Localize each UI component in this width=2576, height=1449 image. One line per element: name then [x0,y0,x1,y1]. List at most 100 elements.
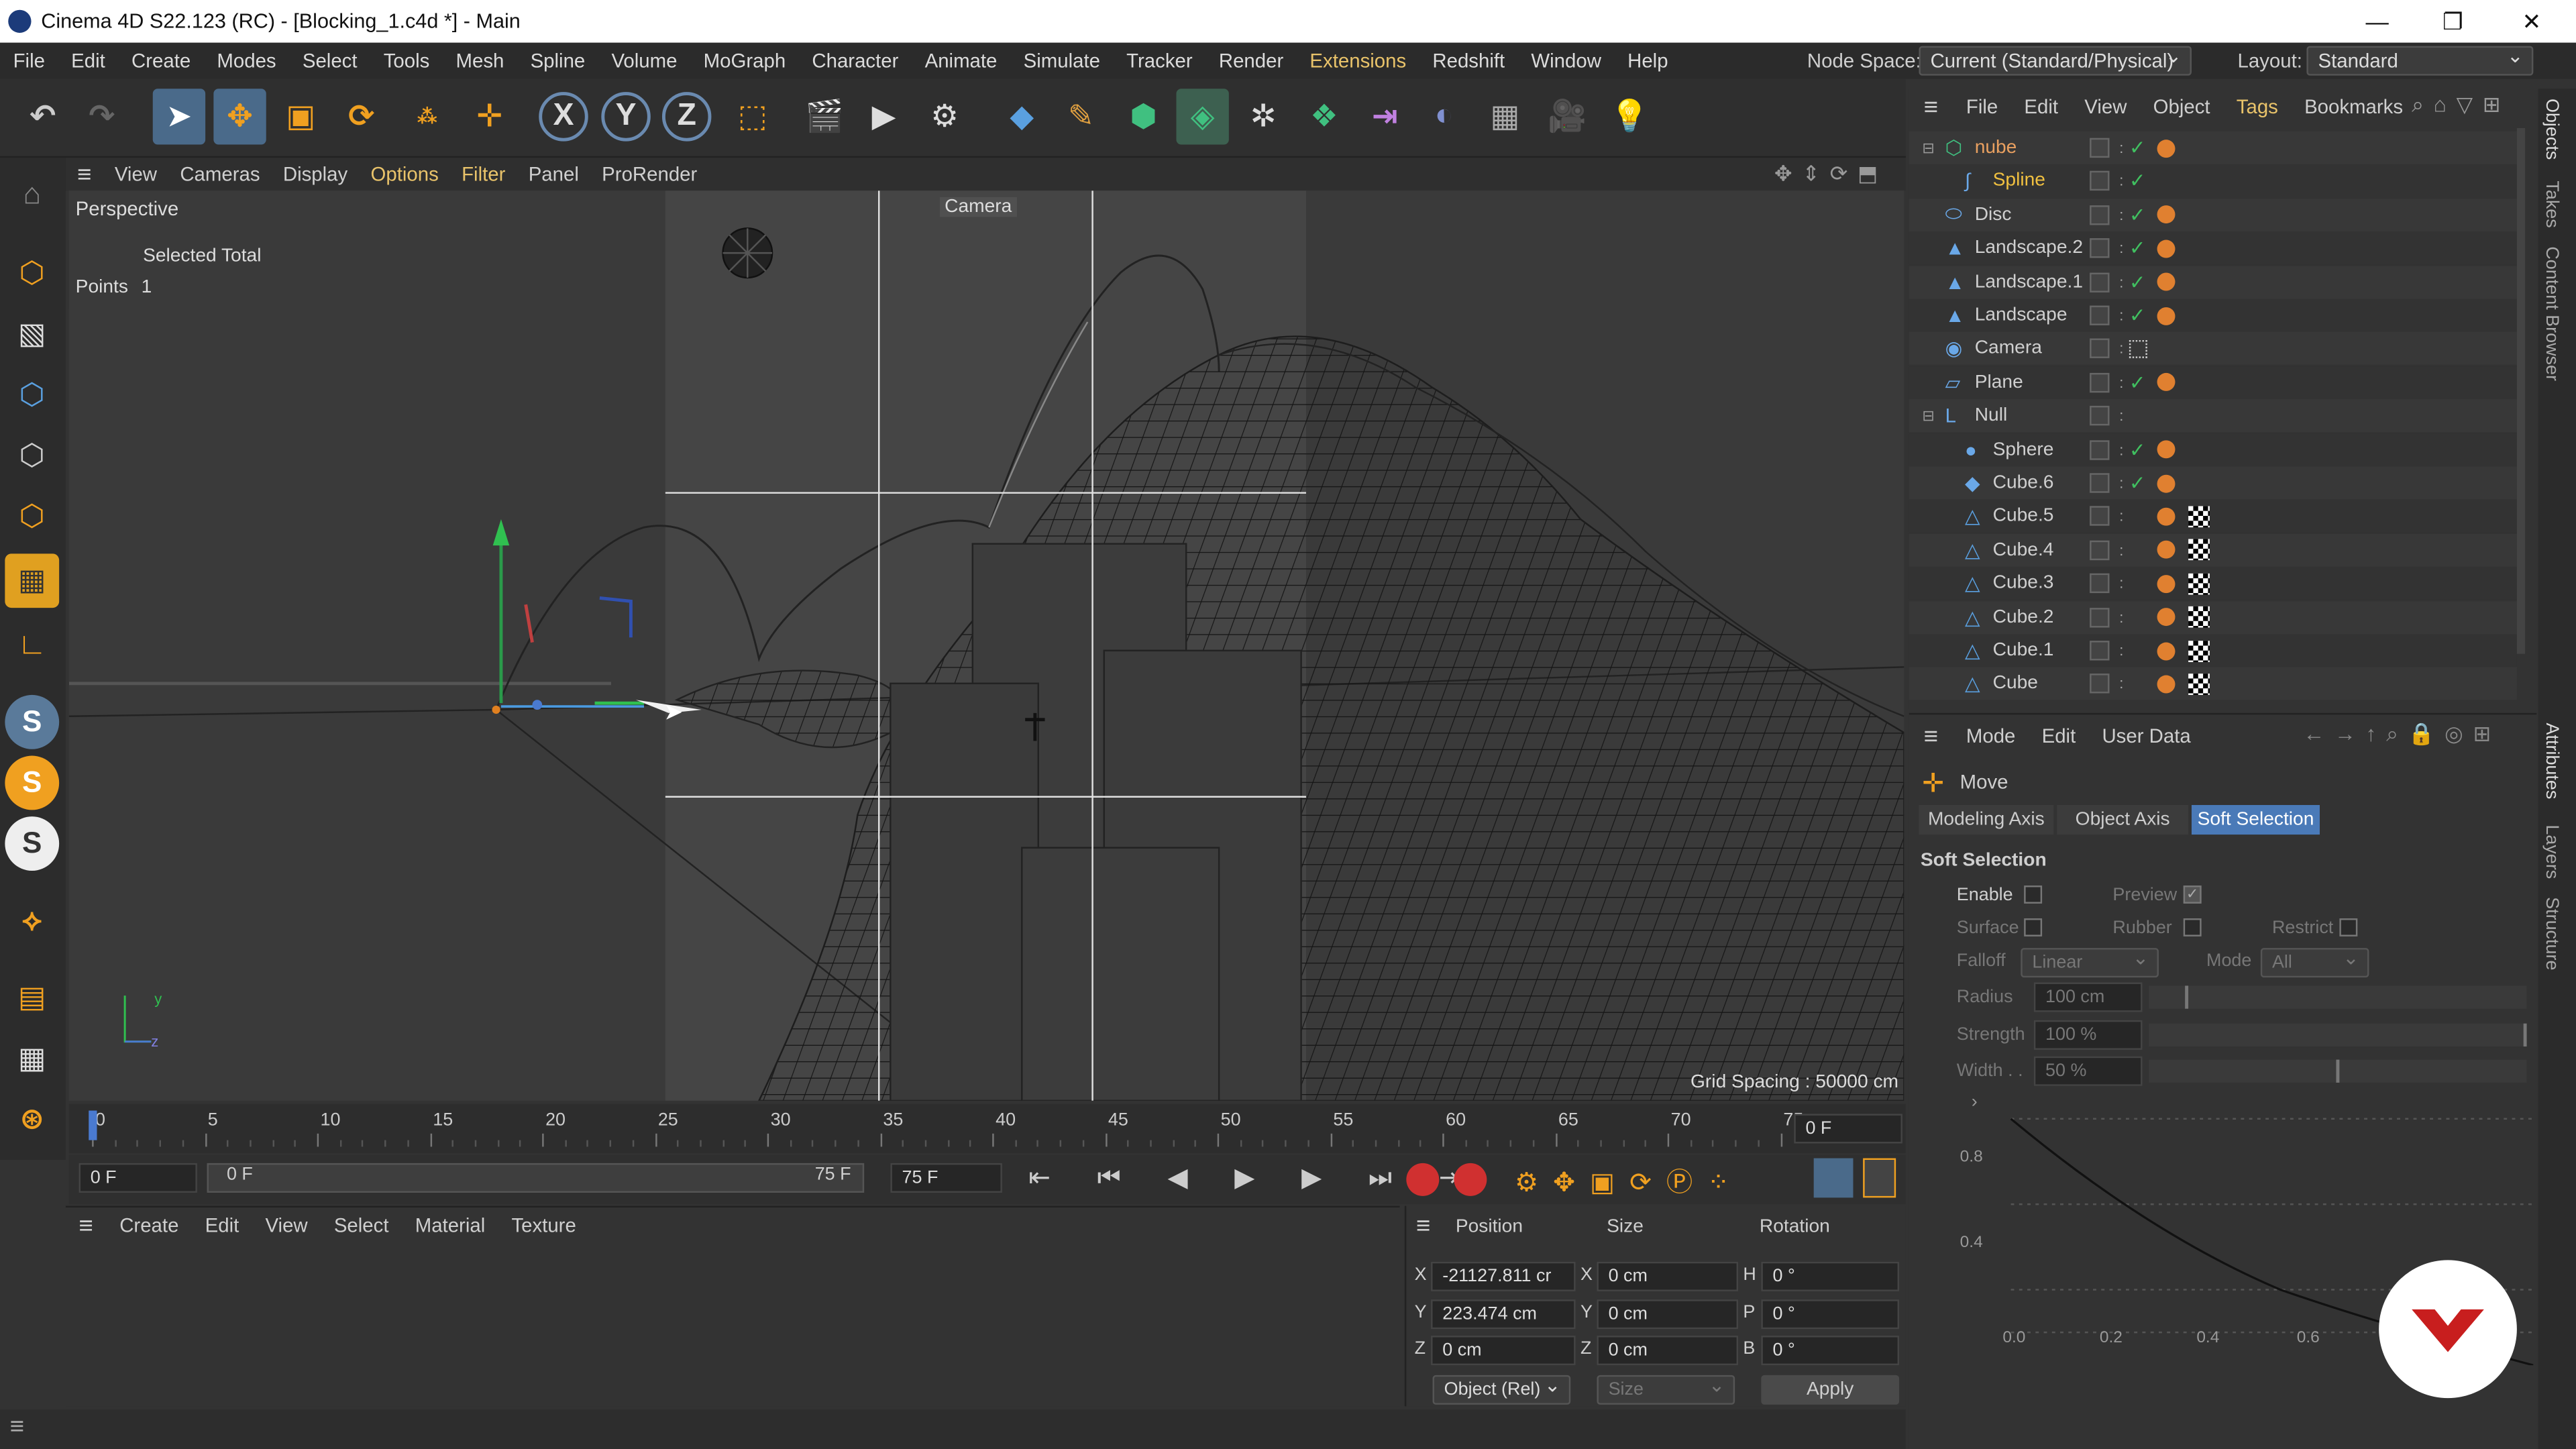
mode-select[interactable]: All [2260,945,2369,978]
rotation-field[interactable]: 0 ° [1761,1261,1900,1291]
menu-file[interactable]: File [0,49,58,72]
material-tag-icon[interactable] [2157,474,2176,492]
position-field[interactable]: 0 cm [1431,1336,1576,1366]
layer-dots-icon[interactable]: : [2119,610,2123,625]
menu-mesh[interactable]: Mesh [443,49,517,72]
target-tag-icon[interactable] [2129,339,2147,358]
polygons-mode-icon[interactable]: ⬡ [5,490,59,544]
surface-checkbox[interactable] [2024,918,2043,936]
rubber-checkbox[interactable] [2183,918,2202,936]
falloff-select[interactable]: Linear [2021,945,2159,978]
object-row-sphere[interactable]: ● Sphere: ✓ [1909,433,2517,466]
enabled-check-icon[interactable]: ✓ [2129,270,2146,293]
material-menu-material[interactable]: Material [402,1214,498,1237]
viewport-menu-options[interactable]: Options [359,162,450,185]
material-menu-icon[interactable]: ≡ [66,1212,107,1240]
enabled-check-icon[interactable]: ✓ [2129,371,2146,394]
end-frame-field[interactable]: 75 F [890,1163,1002,1193]
object-name[interactable]: Sphere [1993,439,2054,459]
material-tag-icon[interactable] [2157,541,2176,559]
x-axis-lock-icon[interactable]: X [539,92,588,142]
enabled-check-icon[interactable]: ✓ [2129,136,2146,159]
enabled-check-icon[interactable]: ✓ [2129,237,2146,260]
object-name[interactable]: Camera [1975,339,2042,358]
layer-dots-icon[interactable]: : [2119,409,2123,423]
preview-checkbox[interactable]: ✓ [2183,885,2202,904]
snap-icon[interactable]: S [5,694,60,749]
menu-create[interactable]: Create [118,49,203,72]
visibility-toggle[interactable] [2090,540,2110,560]
object-row-spline[interactable]: ∫ Spline: ✓ [1909,164,2517,198]
object-row-cube-1[interactable]: △ Cube.1: [1909,634,2517,667]
subdivision-icon[interactable]: ⬢ [1117,89,1169,144]
camera-icon[interactable]: 🎥 [1541,89,1593,144]
menu-tracker[interactable]: Tracker [1114,49,1206,72]
object-name[interactable]: Landscape.1 [1975,272,2083,292]
layer-dots-icon[interactable]: : [2119,543,2123,557]
position-field[interactable]: -21127.811 cr [1431,1261,1576,1291]
field-icon[interactable]: ◐ [1417,89,1470,144]
planar-workplane-icon[interactable]: ⊛ [5,1093,59,1147]
layer-dots-icon[interactable]: : [2119,341,2123,356]
object-name[interactable]: Cube [1993,674,2038,694]
viewport-menu-view[interactable]: View [103,162,168,185]
viewport-menu-filter[interactable]: Filter [450,162,517,185]
layer-dots-icon[interactable]: : [2119,274,2123,289]
key-tools-icons[interactable]: ⚙✥▣⟳Ⓟ⁘ [1515,1160,1744,1199]
visibility-toggle[interactable] [2090,406,2110,426]
objects-menu-edit[interactable]: Edit [2011,95,2072,118]
record-icon[interactable] [1406,1163,1440,1196]
viewport-perspective[interactable]: Perspective Selected Total Points 1 Came… [68,191,1904,1101]
material-menu-edit[interactable]: Edit [192,1214,252,1237]
enabled-check-icon[interactable]: ✓ [2129,438,2146,461]
layer-dots-icon[interactable]: : [2119,476,2123,490]
extrude-icon[interactable]: ◈ [1176,89,1229,145]
object-name[interactable]: Cube.3 [1993,574,2054,593]
status-menu-icon[interactable]: ≡ [10,1413,24,1441]
autokey-icon[interactable] [1454,1163,1487,1196]
coordinate-system-icon[interactable]: ⬚ [726,89,778,144]
layer-dots-icon[interactable]: : [2119,375,2123,390]
object-row-cube-4[interactable]: △ Cube.4: [1909,533,2517,567]
object-row-landscape-1[interactable]: ▲ Landscape.1: ✓ [1909,265,2517,299]
object-name[interactable]: Cube.2 [1993,607,2054,627]
material-tag-icon[interactable] [2157,205,2176,224]
visibility-toggle[interactable] [2090,238,2110,258]
visibility-toggle[interactable] [2090,607,2110,627]
attributes-menu-mode[interactable]: Mode [1953,724,2029,747]
radius-slider[interactable] [2149,985,2527,1009]
undo-icon[interactable]: ↶ [16,89,68,144]
live-select-icon[interactable]: ➤ [152,89,206,145]
layer-dots-icon[interactable]: : [2119,140,2123,155]
coord-mode-select[interactable]: Object (Rel) [1432,1372,1571,1405]
menu-select[interactable]: Select [289,49,370,72]
material-tag-icon[interactable] [2157,138,2176,157]
strength-slider[interactable] [2149,1023,2527,1047]
viewport-nav-icons[interactable]: ✥⇕⟳⬒ [1774,161,1888,187]
redo-icon[interactable]: ↷ [76,89,128,144]
uv-mode-icon[interactable]: ▦ [5,553,60,608]
start-frame-field[interactable]: 0 F [78,1163,197,1193]
viewport-menu-prorender[interactable]: ProRender [590,162,708,185]
object-search-icons[interactable]: ⌕⌂▽⊞ [2412,92,2510,118]
coord-menu-icon[interactable]: ≡ [1416,1212,1430,1240]
object-mode-icon[interactable]: ⬡ [5,246,59,301]
object-name[interactable]: Cube.6 [1993,473,2054,492]
layer-dots-icon[interactable]: : [2119,643,2123,658]
magnet-icon[interactable]: ⟡ [5,894,59,948]
visibility-toggle[interactable] [2090,506,2110,527]
render-view-icon[interactable]: 🎬 [798,89,851,144]
enabled-check-icon[interactable]: ✓ [2129,170,2146,193]
attributes-menu-user-data[interactable]: User Data [2089,724,2204,747]
material-tag-icon[interactable] [2157,306,2176,325]
layer-dots-icon[interactable]: : [2119,308,2123,323]
menu-help[interactable]: Help [1615,49,1682,72]
object-name[interactable]: Cube.1 [1993,641,2054,660]
tab-soft-selection[interactable]: Soft Selection [2191,805,2320,835]
width-slider[interactable] [2149,1059,2527,1083]
object-row-disc[interactable]: ⬭ Disc: ✓ [1909,198,2517,231]
visibility-toggle[interactable] [2090,339,2110,359]
position-field[interactable]: 223.474 cm [1431,1298,1576,1329]
collapse-icon[interactable]: ⊟ [1922,139,1934,157]
axis-tool-icon[interactable]: ✛ [464,89,516,144]
